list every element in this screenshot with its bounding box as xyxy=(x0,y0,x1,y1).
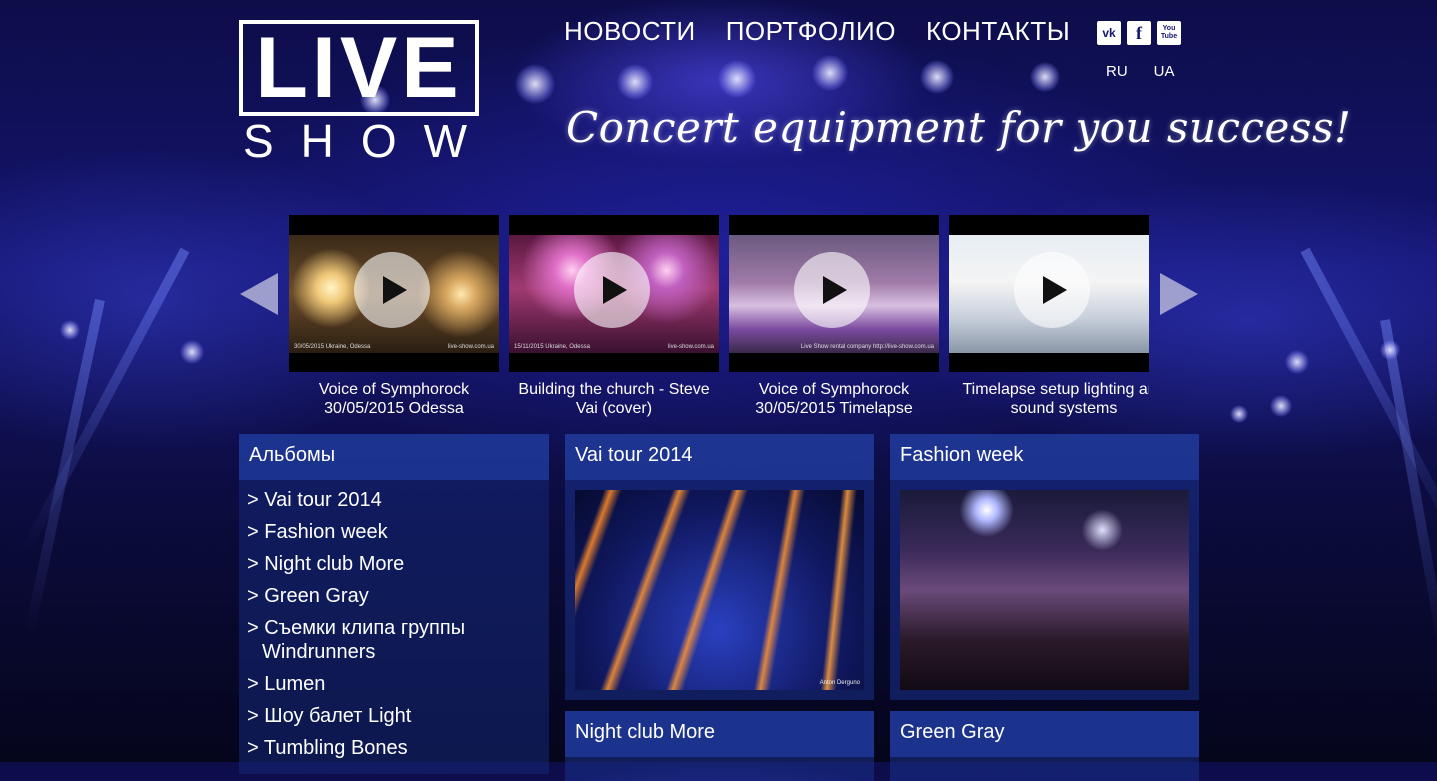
album-card-title[interactable]: Night club More xyxy=(565,711,874,757)
carousel-prev-arrow-icon[interactable] xyxy=(240,273,278,315)
albums-heading: Альбомы xyxy=(239,434,549,480)
video-thumbnail[interactable] xyxy=(949,215,1149,372)
album-card-title[interactable]: Fashion week xyxy=(890,434,1199,480)
youtube-icon[interactable]: You Tube xyxy=(1157,21,1181,45)
album-link[interactable]: > Green Gray xyxy=(247,584,549,608)
logo-sub: SHOW xyxy=(243,115,495,167)
album-link[interactable]: > Tumbling Bones xyxy=(247,736,549,760)
nav-portfolio[interactable]: ПОРТФОЛИО xyxy=(726,16,896,47)
album-link[interactable]: > Fashion week xyxy=(247,520,549,544)
main-nav: НОВОСТИ ПОРТФОЛИО КОНТАКТЫ xyxy=(564,16,1070,47)
video-slide[interactable]: 30/05/2015 Ukraine, Odessa live-show.com.… xyxy=(289,215,499,418)
video-slide[interactable]: Timelapse setup lighting and sound syste… xyxy=(949,215,1149,418)
album-card[interactable]: Fashion week xyxy=(890,434,1199,700)
photo-credit: Anton Derguno xyxy=(819,680,860,686)
video-slide[interactable]: 15/11/2015 Ukraine, Odessa live-show.com.… xyxy=(509,215,719,418)
facebook-icon[interactable]: f xyxy=(1127,21,1151,45)
video-title[interactable]: Building the church - Steve Vai (cover) xyxy=(509,380,719,418)
video-thumbnail[interactable]: 30/05/2015 Ukraine, Odessa live-show.com.… xyxy=(289,215,499,372)
album-card[interactable]: Vai tour 2014 Anton Derguno xyxy=(565,434,874,700)
album-card-title[interactable]: Green Gray xyxy=(890,711,1199,757)
album-card[interactable]: Night club More xyxy=(565,711,874,781)
play-icon[interactable] xyxy=(574,252,650,328)
album-link[interactable]: > Lumen xyxy=(247,672,549,696)
video-carousel: 30/05/2015 Ukraine, Odessa live-show.com.… xyxy=(289,215,1149,420)
video-thumbnail[interactable]: Live Show rental company http://live-sho… xyxy=(729,215,939,372)
play-icon[interactable] xyxy=(1014,252,1090,328)
nav-news[interactable]: НОВОСТИ xyxy=(564,16,696,47)
video-title[interactable]: Timelapse setup lighting and sound syste… xyxy=(949,380,1149,418)
video-caption-left: 30/05/2015 Ukraine, Odessa xyxy=(294,344,371,350)
video-caption-right: live-show.com.ua xyxy=(447,344,494,350)
albums-panel: Альбомы > Vai tour 2014 > Fashion week >… xyxy=(239,434,549,774)
nav-contacts[interactable]: КОНТАКТЫ xyxy=(926,16,1070,47)
video-title[interactable]: Voice of Symphorock 30/05/2015 Odessa xyxy=(289,380,499,418)
album-card-title[interactable]: Vai tour 2014 xyxy=(565,434,874,480)
album-card[interactable]: Green Gray xyxy=(890,711,1199,781)
social-links: vk f You Tube xyxy=(1097,21,1181,45)
lang-ua[interactable]: UA xyxy=(1154,63,1175,80)
album-link[interactable]: > Night club More xyxy=(247,552,549,576)
album-card-image[interactable] xyxy=(900,490,1189,690)
album-card-image[interactable]: Anton Derguno xyxy=(575,490,864,690)
video-caption-right: live-show.com.ua xyxy=(667,344,714,350)
play-icon[interactable] xyxy=(354,252,430,328)
video-caption-right: Live Show rental company http://live-sho… xyxy=(800,344,934,350)
vk-icon[interactable]: vk xyxy=(1097,21,1121,45)
video-title[interactable]: Voice of Symphorock 30/05/2015 Timelapse xyxy=(729,380,939,418)
play-icon[interactable] xyxy=(794,252,870,328)
carousel-next-arrow-icon[interactable] xyxy=(1160,273,1198,315)
video-caption-left: 15/11/2015 Ukraine, Odessa xyxy=(514,344,590,350)
logo-main: LIVE xyxy=(239,20,479,116)
video-thumbnail[interactable]: 15/11/2015 Ukraine, Odessa live-show.com.… xyxy=(509,215,719,372)
tagline: Concert equipment for you success! xyxy=(566,103,1352,152)
site-logo[interactable]: LIVE SHOW xyxy=(239,20,479,164)
album-link[interactable]: > Шоу балет Light xyxy=(247,704,549,728)
lang-ru[interactable]: RU xyxy=(1106,63,1128,80)
albums-list: > Vai tour 2014 > Fashion week > Night c… xyxy=(239,480,549,760)
video-slide[interactable]: Live Show rental company http://live-sho… xyxy=(729,215,939,418)
language-switcher: RU UA xyxy=(1106,63,1175,80)
album-link[interactable]: > Vai tour 2014 xyxy=(247,488,549,512)
album-link[interactable]: > Съемки клипа группы Windrunners xyxy=(247,616,549,664)
